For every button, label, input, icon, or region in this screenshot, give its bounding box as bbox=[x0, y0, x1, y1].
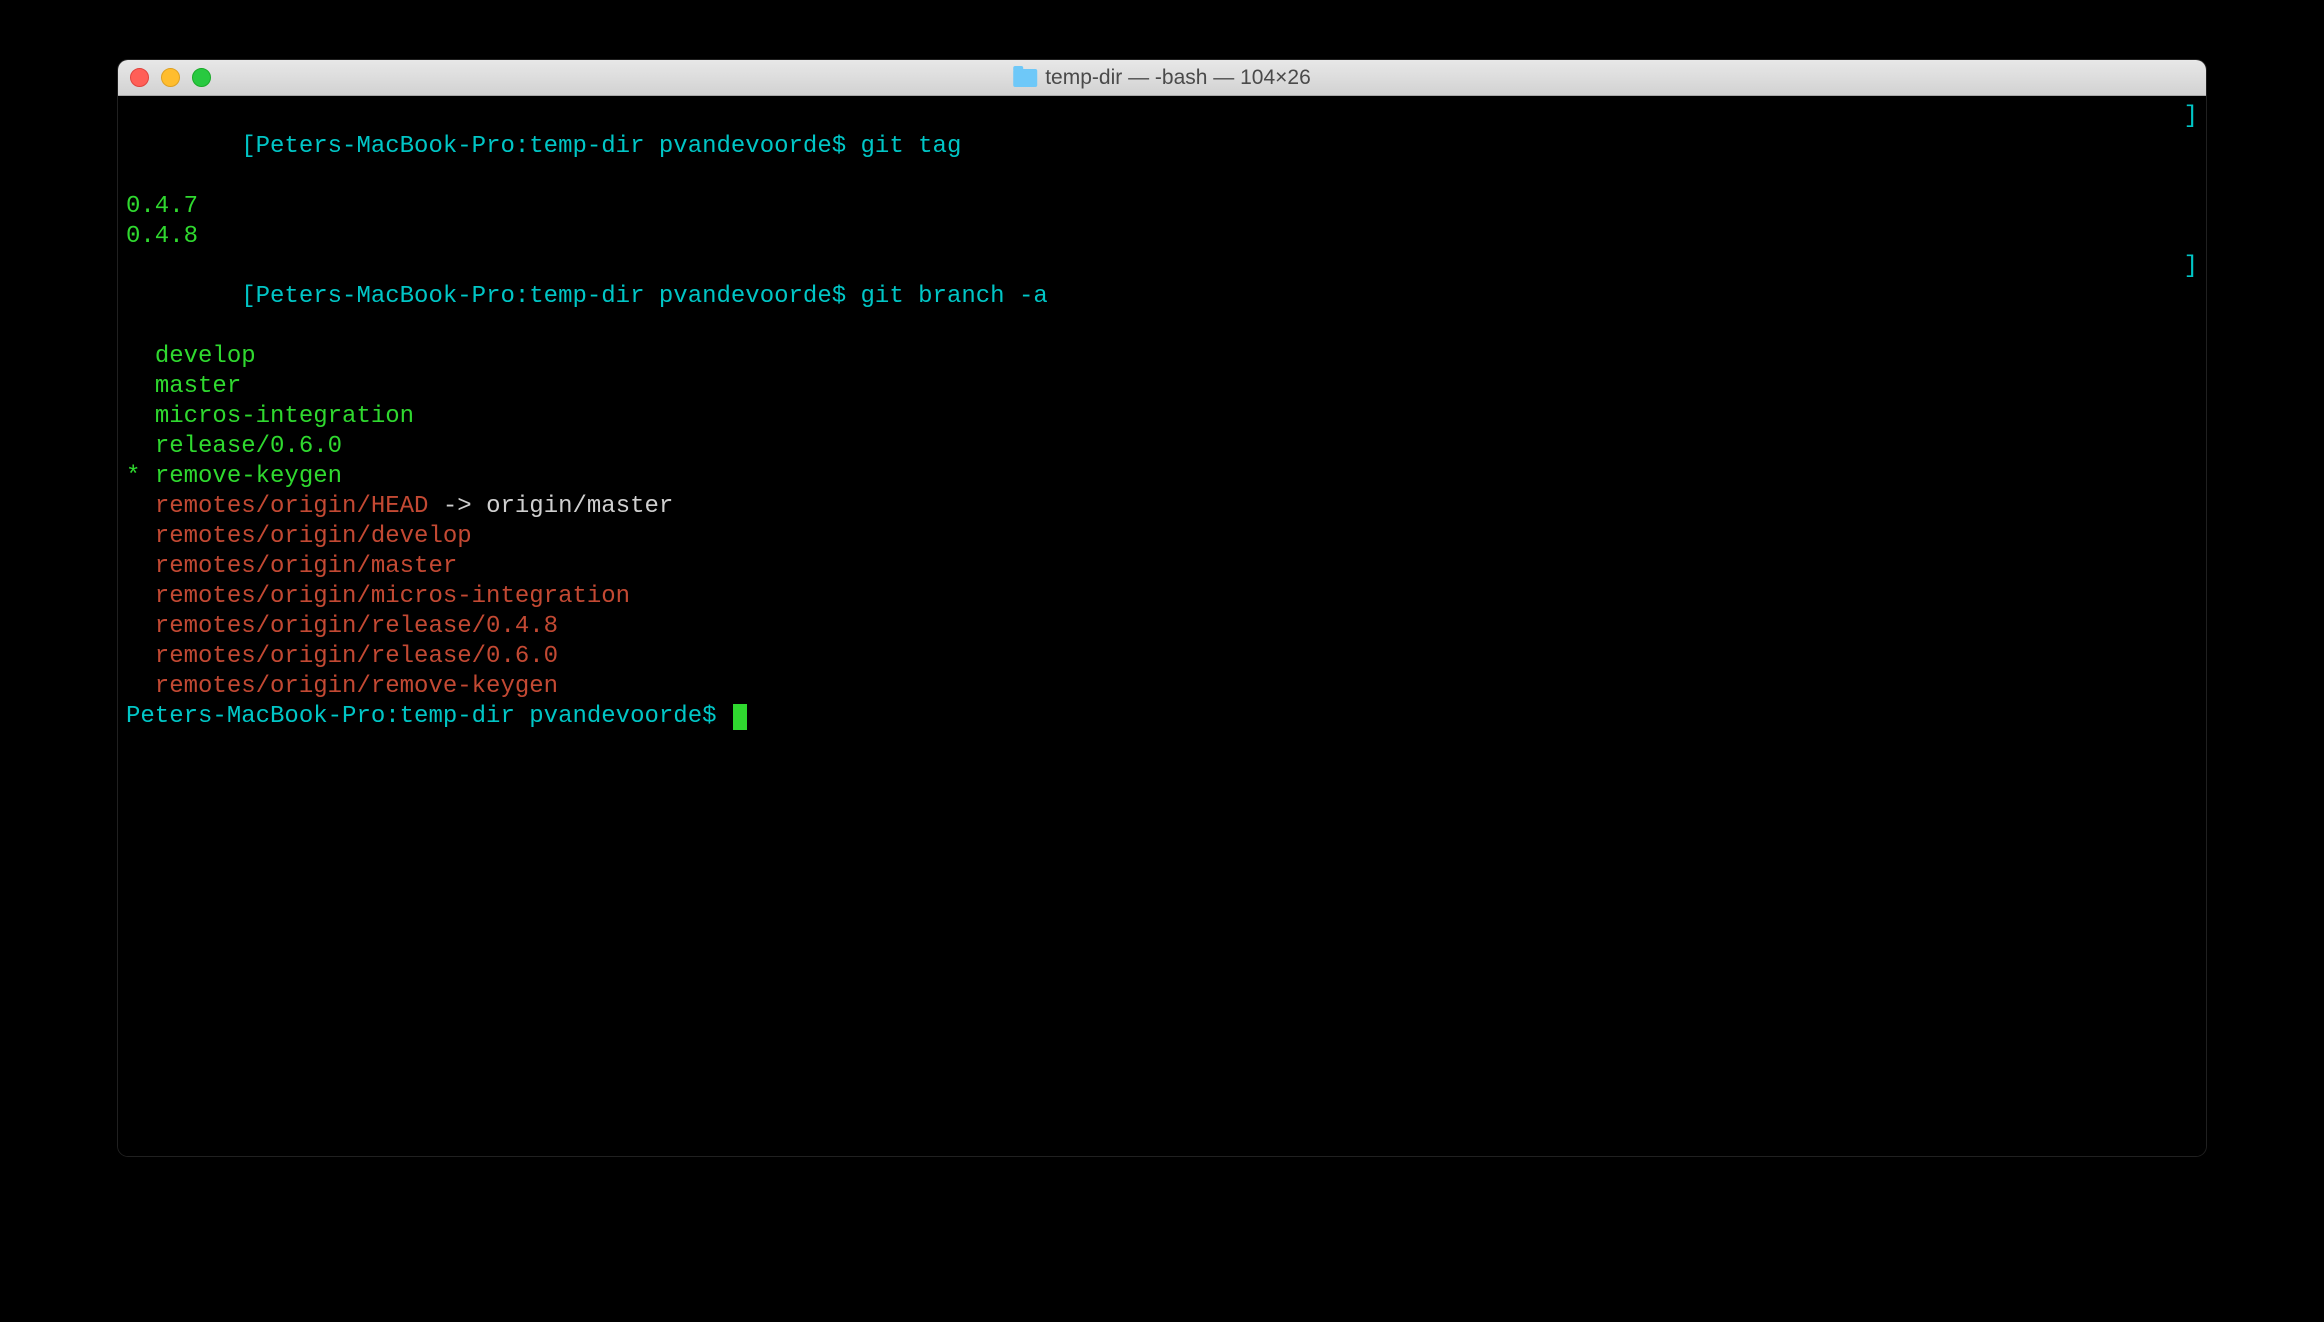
minimize-button[interactable] bbox=[161, 68, 180, 87]
window-title: temp-dir — -bash — 104×26 bbox=[1045, 66, 1311, 90]
branch-remote: remotes/origin/micros-integration bbox=[126, 582, 2198, 612]
close-button[interactable] bbox=[130, 68, 149, 87]
cursor bbox=[733, 704, 747, 730]
window-title-group: temp-dir — -bash — 104×26 bbox=[1013, 66, 1311, 90]
command-text: git branch -a bbox=[861, 283, 1048, 310]
branch-head-ref: remotes/origin/HEAD -> origin/master bbox=[126, 492, 2198, 522]
branch-local: micros-integration bbox=[126, 402, 2198, 432]
terminal-body[interactable]: [Peters-MacBook-Pro:temp-dir pvandevoord… bbox=[118, 96, 2206, 1156]
branch-current: * remove-keygen bbox=[126, 462, 2198, 492]
command-line: [Peters-MacBook-Pro:temp-dir pvandevoord… bbox=[126, 102, 2198, 192]
shell-prompt: Peters-MacBook-Pro:temp-dir pvandevoorde… bbox=[126, 703, 731, 730]
branch-remote: remotes/origin/master bbox=[126, 552, 2198, 582]
bracket-close: ] bbox=[2184, 252, 2198, 342]
branch-remote: remotes/origin/develop bbox=[126, 522, 2198, 552]
traffic-lights bbox=[130, 68, 211, 87]
command-text: git tag bbox=[861, 133, 962, 160]
branch-local: develop bbox=[126, 342, 2198, 372]
command-line: [Peters-MacBook-Pro:temp-dir pvandevoord… bbox=[126, 252, 2198, 342]
shell-prompt: Peters-MacBook-Pro:temp-dir pvandevoorde… bbox=[256, 133, 861, 160]
maximize-button[interactable] bbox=[192, 68, 211, 87]
branch-local: release/0.6.0 bbox=[126, 432, 2198, 462]
active-prompt[interactable]: Peters-MacBook-Pro:temp-dir pvandevoorde… bbox=[126, 702, 2198, 732]
terminal-window: temp-dir — -bash — 104×26 [Peters-MacBoo… bbox=[118, 60, 2206, 1156]
title-bar[interactable]: temp-dir — -bash — 104×26 bbox=[118, 60, 2206, 96]
folder-icon bbox=[1013, 69, 1037, 87]
bracket-close: ] bbox=[2184, 102, 2198, 192]
bracket-open: [ bbox=[241, 283, 255, 310]
bracket-open: [ bbox=[241, 133, 255, 160]
branch-remote: remotes/origin/release/0.6.0 bbox=[126, 642, 2198, 672]
tag-output: 0.4.8 bbox=[126, 222, 2198, 252]
branch-local: master bbox=[126, 372, 2198, 402]
branch-remote: remotes/origin/release/0.4.8 bbox=[126, 612, 2198, 642]
branch-remote: remotes/origin/remove-keygen bbox=[126, 672, 2198, 702]
shell-prompt: Peters-MacBook-Pro:temp-dir pvandevoorde… bbox=[256, 283, 861, 310]
tag-output: 0.4.7 bbox=[126, 192, 2198, 222]
